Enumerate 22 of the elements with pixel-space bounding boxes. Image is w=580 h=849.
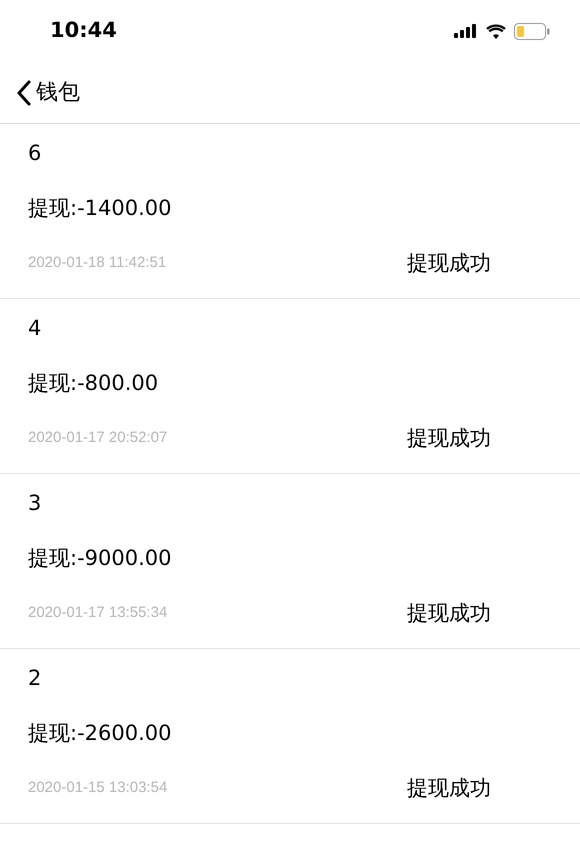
record-status: 提现成功	[407, 425, 492, 452]
signal-icon	[454, 24, 478, 38]
record-date: 2020-01-15 13:03:54	[28, 778, 168, 798]
record-status: 提现成功	[407, 250, 492, 277]
record-status: 提现成功	[407, 600, 492, 627]
record-number: 2	[28, 666, 42, 690]
withdrawal-amount: 提现:-2600.00	[28, 721, 172, 745]
record-number: 4	[28, 316, 42, 340]
back-button[interactable]: 钱包	[16, 76, 80, 109]
record-date: 2020-01-18 11:42:51	[28, 253, 166, 273]
record-status: 提现成功	[407, 775, 492, 802]
record-date: 2020-01-17 20:52:07	[28, 428, 168, 448]
status-time: 10:44	[50, 17, 117, 44]
record-number: 3	[28, 491, 42, 515]
wifi-icon	[486, 24, 506, 38]
record-date: 2020-01-17 13:55:34	[28, 603, 168, 623]
back-icon	[16, 80, 32, 106]
withdrawal-amount: 提现:-9000.00	[28, 546, 172, 570]
withdrawal-amount: 提现:-800.00	[28, 371, 158, 395]
battery-icon	[514, 22, 550, 40]
record-number: 6	[28, 141, 42, 165]
withdrawal-amount: 提现:-1400.00	[28, 196, 172, 220]
